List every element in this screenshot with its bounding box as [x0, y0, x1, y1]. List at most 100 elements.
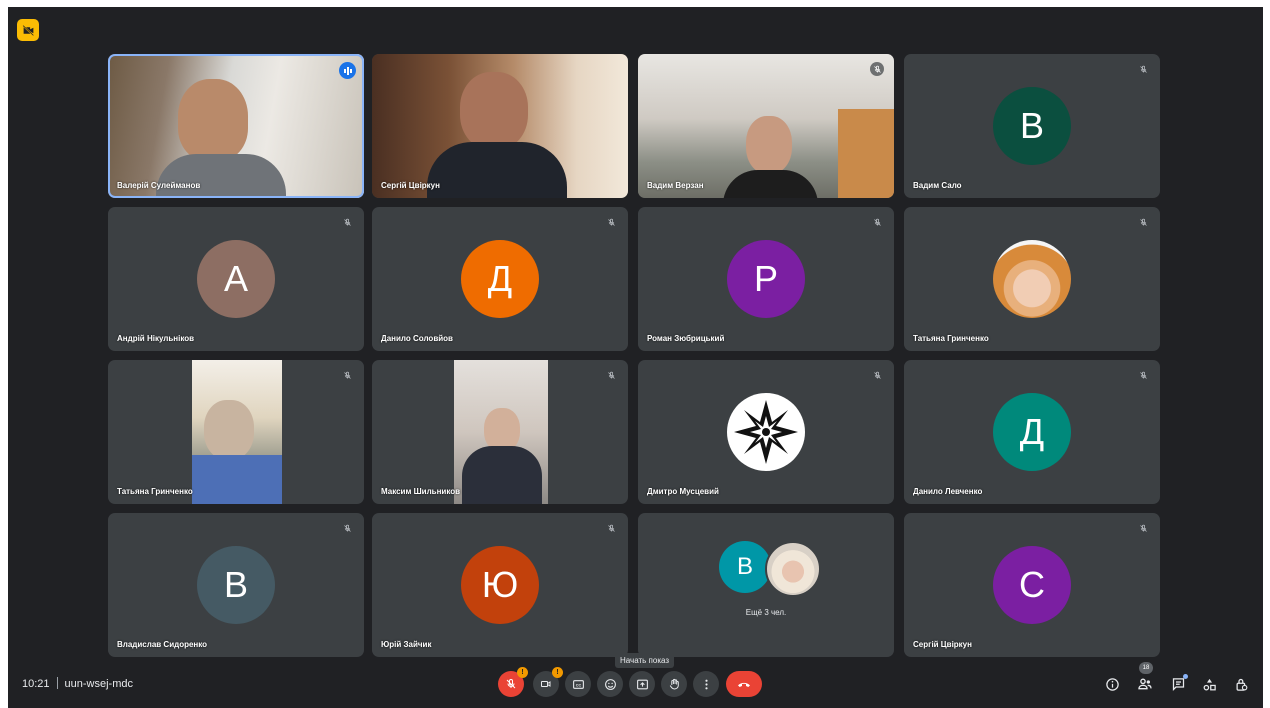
participant-name: Валерій Сулейманов: [117, 181, 201, 190]
more-participants-tile[interactable]: В Ещё 3 чел.: [638, 513, 894, 657]
participant-avatar: С: [993, 546, 1071, 624]
camera-off-indicator[interactable]: [17, 19, 39, 41]
call-end-icon: [738, 682, 750, 687]
participant-name: Вадим Верзан: [647, 181, 704, 190]
participant-tile[interactable]: Ю Юрій Зайчик: [372, 513, 628, 657]
mic-off-icon: [870, 215, 884, 229]
mic-off-icon: [1136, 62, 1150, 76]
participant-tile[interactable]: Максим Шильников: [372, 360, 628, 504]
more-participants-avatars: В: [638, 541, 894, 597]
raise-hand-button[interactable]: [661, 671, 687, 697]
raise-hand-icon: [669, 678, 679, 689]
warning-badge: !: [552, 667, 563, 678]
chat-button[interactable]: [1167, 673, 1189, 695]
participant-shirt: [192, 455, 282, 504]
audio-level-icon: [339, 62, 356, 79]
participants-count: 18: [1139, 662, 1153, 674]
participant-avatar: Д: [993, 393, 1071, 471]
warning-badge: !: [517, 667, 528, 678]
meeting-code: uun-wsej-mdc: [64, 678, 133, 690]
more-participants-label: Ещё 3 чел.: [745, 608, 787, 617]
participant-face: [460, 72, 528, 150]
camera-off-icon: [541, 681, 551, 687]
participant-avatar: В: [719, 541, 771, 593]
host-controls-button[interactable]: [1230, 673, 1252, 695]
participant-tile[interactable]: Дмитро Мусцевий: [638, 360, 894, 504]
participant-name: Данило Левченко: [913, 487, 983, 496]
more-vert-icon: [704, 679, 708, 689]
people-icon: [1138, 678, 1152, 690]
mic-toggle-button[interactable]: !: [498, 667, 528, 697]
captions-icon: CC: [572, 679, 584, 689]
participant-name: Татьяна Гринченко: [117, 487, 193, 496]
mic-off-icon: [340, 215, 354, 229]
participant-avatar: В: [197, 546, 275, 624]
participant-shirt: [462, 446, 542, 504]
participant-avatar: В: [993, 87, 1071, 165]
mic-off-icon: [604, 368, 618, 382]
star-logo-avatar: [727, 393, 805, 471]
star-logo-icon: [734, 400, 798, 464]
participant-name: Владислав Сидоренко: [117, 640, 208, 649]
chat-icon: [1172, 677, 1184, 691]
participant-tile[interactable]: В Вадим Сало: [904, 54, 1160, 198]
mic-off-icon: [1136, 521, 1150, 535]
participant-name: Андрій Нікульніков: [117, 334, 195, 343]
meeting-info-button[interactable]: [1101, 673, 1123, 695]
people-button[interactable]: 18: [1134, 662, 1156, 695]
host-controls-icon: [1236, 678, 1247, 691]
meeting-details: 10:21 uun-wsej-mdc: [22, 677, 133, 690]
participant-name: Сергій Цвіркун: [381, 181, 440, 190]
participant-name: Данило Соловйов: [381, 334, 453, 343]
participant-name: Сергій Цвіркун: [913, 640, 972, 649]
info-icon: [1105, 677, 1119, 691]
participant-tile[interactable]: В Владислав Сидоренко: [108, 513, 364, 657]
meeting-time: 10:21: [22, 678, 50, 690]
mic-off-icon: [604, 521, 618, 535]
participant-tile[interactable]: Д Данило Соловйов: [372, 207, 628, 351]
participant-shirt: [427, 142, 567, 198]
mic-off-icon: [870, 368, 884, 382]
participant-avatar: Д: [461, 240, 539, 318]
mic-off-icon: [1136, 368, 1150, 382]
participant-tile[interactable]: Татьяна Гринченко: [904, 207, 1160, 351]
participant-name: Юрій Зайчик: [381, 640, 432, 649]
participant-tile[interactable]: Валерій Сулейманов: [108, 54, 364, 198]
svg-text:CC: CC: [575, 683, 581, 687]
meeting-window: Валерій Сулейманов Сергій Цвіркун Вадим …: [8, 7, 1263, 708]
more-options-button[interactable]: [693, 671, 719, 697]
mic-off-icon: [604, 215, 618, 229]
participant-tile[interactable]: Р Роман Зюбрицький: [638, 207, 894, 351]
participant-video: [192, 360, 282, 504]
participant-tile[interactable]: Сергій Цвіркун: [372, 54, 628, 198]
leave-call-button[interactable]: [726, 671, 762, 697]
participant-face: [746, 116, 792, 174]
mic-off-icon: [870, 62, 884, 76]
mic-off-icon: [506, 678, 516, 689]
present-screen-icon: [636, 679, 648, 689]
activities-button[interactable]: [1198, 673, 1220, 695]
participant-name: Дмитро Мусцевий: [647, 487, 719, 496]
unread-dot: [1183, 674, 1188, 679]
participant-tile[interactable]: Д Данило Левченко: [904, 360, 1160, 504]
camera-toggle-button[interactable]: !: [533, 667, 563, 697]
participant-avatar: А: [197, 240, 275, 318]
participant-tile[interactable]: А Андрій Нікульніков: [108, 207, 364, 351]
mic-off-icon: [1136, 215, 1150, 229]
participant-name: Роман Зюбрицький: [647, 334, 725, 343]
present-button[interactable]: [629, 671, 655, 697]
participant-video: [454, 360, 548, 504]
participant-face: [178, 79, 248, 161]
divider: [56, 677, 58, 689]
participant-face: [204, 400, 254, 460]
emoji-icon: [604, 678, 616, 690]
participant-tile[interactable]: Татьяна Гринченко: [108, 360, 364, 504]
participant-name: Вадим Сало: [913, 181, 962, 190]
captions-button[interactable]: CC: [565, 671, 591, 697]
participant-shirt: [156, 154, 286, 198]
mic-off-icon: [340, 521, 354, 535]
participant-tile[interactable]: Вадим Верзан: [638, 54, 894, 198]
participant-tile[interactable]: С Сергій Цвіркун: [904, 513, 1160, 657]
reactions-button[interactable]: [597, 671, 623, 697]
mic-off-icon: [340, 368, 354, 382]
